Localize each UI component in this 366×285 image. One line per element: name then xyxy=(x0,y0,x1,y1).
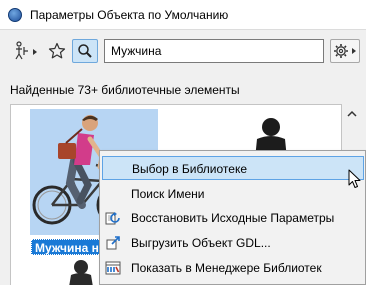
menu-item-label: Выгрузить Объект GDL... xyxy=(131,236,271,250)
search-button[interactable] xyxy=(72,39,98,63)
gear-icon xyxy=(334,44,356,58)
results-count: Найденные 73+ библиотечные элементы xyxy=(10,83,240,97)
menu-item-search-name[interactable]: Поиск Имени xyxy=(102,182,364,206)
menu-item-label: Поиск Имени xyxy=(131,187,205,201)
export-gdl-icon xyxy=(106,236,120,250)
mouse-cursor-icon xyxy=(348,169,361,188)
menu-item-label: Выбор в Библиотеке xyxy=(132,162,248,176)
favorites-button[interactable] xyxy=(46,39,68,63)
object-type-button[interactable] xyxy=(12,39,42,63)
context-menu: Выбор в Библиотеке Поиск Имени Восстанов… xyxy=(99,150,366,285)
window-title: Параметры Объекта по Умолчанию xyxy=(30,8,229,22)
menu-item-label: Показать в Менеджере Библиотек xyxy=(131,261,322,275)
magnifier-icon xyxy=(78,44,92,58)
search-input[interactable] xyxy=(104,39,324,63)
settings-button[interactable] xyxy=(330,39,360,63)
title-bar: Параметры Объекта по Умолчанию xyxy=(0,0,366,30)
star-icon xyxy=(48,42,66,59)
restore-defaults-icon xyxy=(105,212,120,225)
object-type-figure-icon xyxy=(15,41,37,60)
menu-item-restore-defaults[interactable]: Восстановить Исходные Параметры xyxy=(102,206,364,230)
menu-item-show-in-library-manager[interactable]: Показать в Менеджере Библиотек xyxy=(102,256,364,280)
menu-item-select-in-library[interactable]: Выбор в Библиотеке xyxy=(102,156,364,180)
toolbar xyxy=(0,33,366,69)
menu-item-label: Восстановить Исходные Параметры xyxy=(131,211,335,225)
scroll-up-icon[interactable] xyxy=(345,108,359,120)
archicad-icon xyxy=(8,8,22,22)
library-manager-icon xyxy=(105,261,121,275)
menu-item-export-gdl[interactable]: Выгрузить Объект GDL... xyxy=(102,231,364,255)
